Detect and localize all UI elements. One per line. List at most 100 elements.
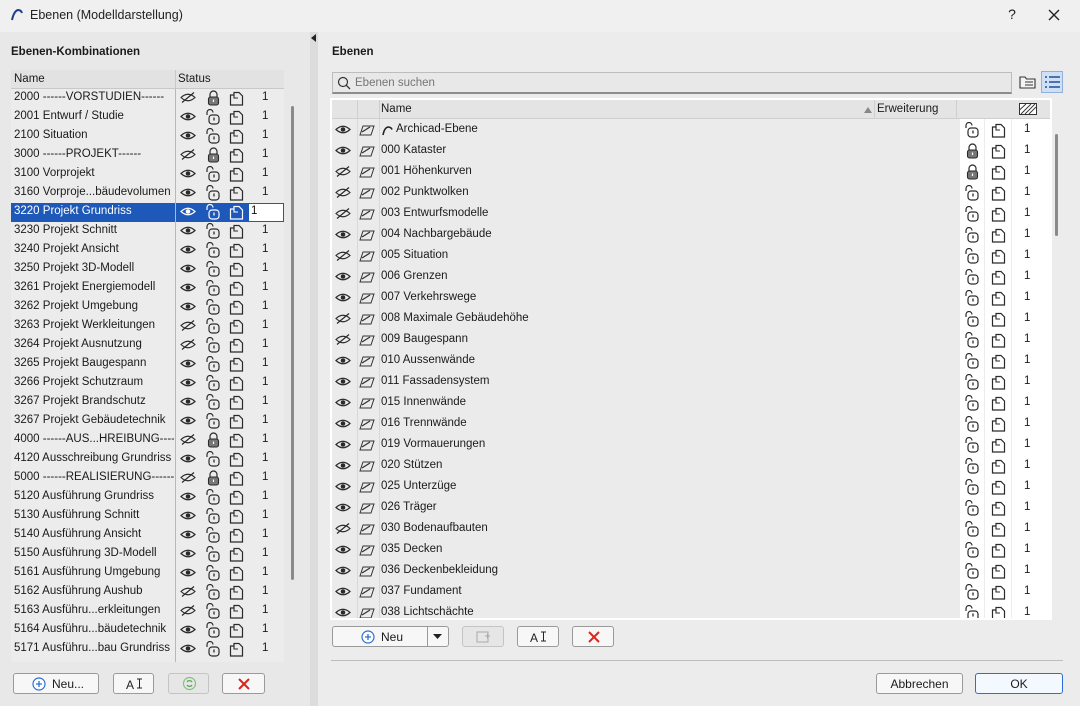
- lock-open-icon[interactable]: [206, 242, 221, 258]
- eye-icon[interactable]: [335, 544, 351, 555]
- layer-row[interactable]: 000 Kataster 1: [332, 141, 1050, 162]
- layer-row[interactable]: 038 Lichtschächte 1: [332, 603, 1050, 618]
- wireframe-icon[interactable]: [991, 417, 1006, 432]
- delete-layer-button[interactable]: [572, 626, 614, 647]
- wireframe-icon[interactable]: [229, 243, 244, 258]
- wireframe-icon[interactable]: [991, 207, 1006, 222]
- wireframe-icon[interactable]: [229, 167, 244, 182]
- column-divider[interactable]: [175, 70, 176, 89]
- lock-closed-icon[interactable]: [206, 432, 221, 448]
- lock-closed-icon[interactable]: [206, 90, 221, 106]
- combination-row[interactable]: 3230 Projekt Schnitt 1: [11, 222, 284, 241]
- layer-row[interactable]: 037 Fundament 1: [332, 582, 1050, 603]
- column-header-name[interactable]: Name: [381, 103, 412, 115]
- lock-open-icon[interactable]: [965, 584, 980, 600]
- lock-open-icon[interactable]: [206, 489, 221, 505]
- wireframe-icon[interactable]: [229, 186, 244, 201]
- eye-icon[interactable]: [335, 418, 351, 429]
- list-view-button[interactable]: [1041, 71, 1063, 93]
- lock-open-icon[interactable]: [965, 269, 980, 285]
- layer-row[interactable]: 025 Unterzüge 1: [332, 477, 1050, 498]
- wireframe-icon[interactable]: [991, 312, 1006, 327]
- layer-row[interactable]: 036 Deckenbekleidung 1: [332, 561, 1050, 582]
- wireframe-icon[interactable]: [991, 564, 1006, 579]
- layer-row[interactable]: 007 Verkehrswege 1: [332, 288, 1050, 309]
- wireframe-icon[interactable]: [991, 165, 1006, 180]
- combination-row[interactable]: 2000 ------VORSTUDIEN------ 1: [11, 89, 284, 108]
- layer-edit-icon[interactable]: [359, 586, 375, 598]
- lock-closed-icon[interactable]: [965, 164, 980, 180]
- collapse-arrow-icon[interactable]: [311, 34, 316, 42]
- eye-icon[interactable]: [180, 301, 196, 312]
- column-header-extension[interactable]: Erweiterung: [877, 103, 938, 115]
- wireframe-icon[interactable]: [229, 623, 244, 638]
- lock-open-icon[interactable]: [206, 527, 221, 543]
- combination-row[interactable]: 5000 ------REALISIERUNG------ 1: [11, 469, 284, 488]
- lock-open-icon[interactable]: [206, 622, 221, 638]
- combination-row[interactable]: 3240 Projekt Ansicht 1: [11, 241, 284, 260]
- wireframe-icon[interactable]: [229, 642, 244, 657]
- wireframe-icon[interactable]: [991, 144, 1006, 159]
- eye-hidden-icon[interactable]: [335, 523, 351, 534]
- layer-edit-icon[interactable]: [359, 544, 375, 556]
- layer-edit-icon[interactable]: [359, 208, 375, 220]
- rename-layer-button[interactable]: A: [517, 626, 559, 647]
- combination-row[interactable]: 4000 ------AUS...HREIBUNG------ 1: [11, 431, 284, 450]
- eye-icon[interactable]: [180, 415, 196, 426]
- layer-row[interactable]: 002 Punktwolken 1: [332, 183, 1050, 204]
- layer-edit-icon[interactable]: [359, 565, 375, 577]
- lock-open-icon[interactable]: [965, 311, 980, 327]
- column-divider[interactable]: [956, 100, 957, 119]
- wireframe-icon[interactable]: [229, 262, 244, 277]
- lock-open-icon[interactable]: [965, 458, 980, 474]
- wireframe-icon[interactable]: [991, 354, 1006, 369]
- column-divider[interactable]: [874, 100, 875, 119]
- lock-open-icon[interactable]: [965, 542, 980, 558]
- wireframe-icon[interactable]: [991, 585, 1006, 600]
- layer-row[interactable]: 035 Decken 1: [332, 540, 1050, 561]
- eye-icon[interactable]: [180, 244, 196, 255]
- combination-row[interactable]: 5162 Ausführung Aushub 1: [11, 583, 284, 602]
- eye-icon[interactable]: [335, 292, 351, 303]
- eye-icon[interactable]: [335, 124, 351, 135]
- layer-edit-icon[interactable]: [359, 229, 375, 241]
- combination-row[interactable]: 3262 Projekt Umgebung 1: [11, 298, 284, 317]
- wireframe-icon[interactable]: [229, 357, 244, 372]
- layer-row[interactable]: 009 Baugespann 1: [332, 330, 1050, 351]
- lock-closed-icon[interactable]: [965, 143, 980, 159]
- wireframe-icon[interactable]: [991, 228, 1006, 243]
- layer-search[interactable]: [332, 72, 1012, 94]
- lock-closed-icon[interactable]: [206, 470, 221, 486]
- wireframe-icon[interactable]: [991, 375, 1006, 390]
- search-input[interactable]: [355, 75, 995, 91]
- combination-row[interactable]: 5150 Ausführung 3D-Modell 1: [11, 545, 284, 564]
- combination-row[interactable]: 3000 ------PROJEKT------ 1: [11, 146, 284, 165]
- eye-hidden-icon[interactable]: [180, 339, 196, 350]
- lock-open-icon[interactable]: [965, 206, 980, 222]
- layer-row[interactable]: 001 Höhenkurven 1: [332, 162, 1050, 183]
- layer-row[interactable]: 010 Aussenwände 1: [332, 351, 1050, 372]
- lock-open-icon[interactable]: [965, 521, 980, 537]
- wireframe-icon[interactable]: [229, 585, 244, 600]
- combination-row[interactable]: 2100 Situation 1: [11, 127, 284, 146]
- lock-open-icon[interactable]: [965, 395, 980, 411]
- eye-hidden-icon[interactable]: [335, 166, 351, 177]
- wireframe-icon[interactable]: [229, 604, 244, 619]
- wireframe-icon[interactable]: [229, 129, 244, 144]
- eye-icon[interactable]: [335, 565, 351, 576]
- layer-edit-icon[interactable]: [359, 502, 375, 514]
- wireframe-icon[interactable]: [229, 338, 244, 353]
- combination-row[interactable]: 5161 Ausführung Umgebung 1: [11, 564, 284, 583]
- layer-row[interactable]: Archicad-Ebene 1: [332, 120, 1050, 141]
- eye-icon[interactable]: [335, 607, 351, 618]
- lock-open-icon[interactable]: [965, 605, 980, 618]
- combination-row[interactable]: 5163 Ausführu...erkleitungen 1: [11, 602, 284, 621]
- eye-hidden-icon[interactable]: [180, 434, 196, 445]
- combination-row[interactable]: 3263 Projekt Werkleitungen 1: [11, 317, 284, 336]
- layer-edit-icon[interactable]: [359, 145, 375, 157]
- lock-open-icon[interactable]: [965, 290, 980, 306]
- layer-edit-icon[interactable]: [359, 334, 375, 346]
- lock-open-icon[interactable]: [206, 375, 221, 391]
- layer-row[interactable]: 019 Vormauerungen 1: [332, 435, 1050, 456]
- column-header-status[interactable]: Status: [178, 73, 211, 85]
